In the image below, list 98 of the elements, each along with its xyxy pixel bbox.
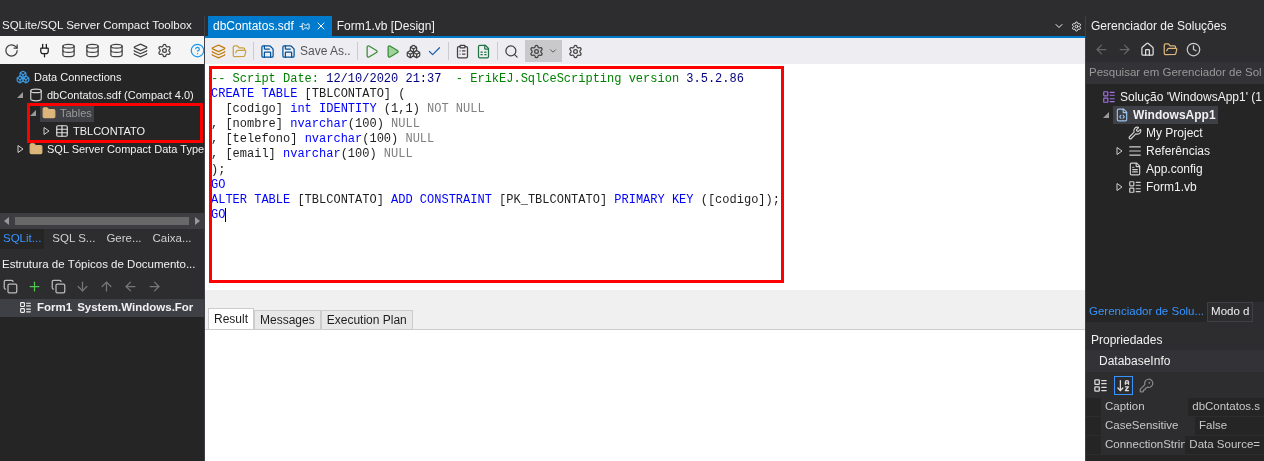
tree-item[interactable]: Form1.vb <box>1126 178 1199 196</box>
pin-icon[interactable] <box>298 20 310 32</box>
settings-icon <box>528 43 544 59</box>
code-line: -- Script Date: 12/10/2020 21:37 - ErikEJ.SqlCeScripting version 3.5.2.86 <box>211 72 745 88</box>
panel-title: SQLite/SQL Server Compact Toolbox <box>0 16 204 36</box>
plug-icon[interactable] <box>37 42 52 58</box>
panel-tab[interactable]: Gerenciador de Solu... <box>1086 302 1208 322</box>
tree-item[interactable]: SQL Server Compact Data Type <box>27 140 204 158</box>
spreadsheet-icon[interactable] <box>475 43 491 59</box>
solution-icon <box>1102 90 1116 104</box>
code-line: , [telefono] nvarchar(100) NULL <box>211 132 436 148</box>
scroll-right-icon[interactable] <box>195 216 200 225</box>
clock-icon[interactable] <box>1186 41 1201 57</box>
panel-title: Propriedades <box>1086 322 1264 350</box>
refresh-icon[interactable] <box>4 42 19 58</box>
tree-item[interactable]: Referências <box>1126 142 1213 160</box>
panel-tab[interactable]: Caixa... <box>149 228 195 249</box>
outline-type: System.Windows.For <box>77 299 194 315</box>
text-cursor <box>225 208 227 223</box>
property-name: CaseSensitive <box>1101 417 1195 435</box>
search-icon[interactable] <box>503 43 519 59</box>
folder-icon <box>29 142 43 156</box>
forward-icon[interactable] <box>1117 41 1132 57</box>
save-icon[interactable] <box>260 43 275 59</box>
table-icon <box>55 124 69 138</box>
search-field[interactable]: Pesquisar em Gerenciador de Sol <box>1086 62 1264 84</box>
scroll-left-icon[interactable] <box>4 216 9 225</box>
document-tab[interactable]: Form1.vb [Design] <box>331 16 440 36</box>
code-line: GO <box>211 207 228 223</box>
panel-title: Gerenciador de Soluções <box>1086 16 1264 36</box>
property-name: Caption <box>1101 398 1189 416</box>
home-icon[interactable] <box>1140 41 1155 57</box>
outline-name: Form1 <box>37 299 73 315</box>
help-icon[interactable] <box>190 42 205 58</box>
property-value: dbContatos.s <box>1191 399 1261 415</box>
code-line: , [nombre] nvarchar(100) NULL <box>211 117 421 133</box>
blocks-icon[interactable] <box>405 43 421 59</box>
result-tab[interactable]: Result <box>208 308 254 329</box>
categorized-icon[interactable] <box>1093 377 1108 393</box>
save-as-button[interactable]: Save As.. <box>300 42 351 60</box>
tree-item[interactable]: TBLCONTATO <box>53 122 148 140</box>
form-icon <box>19 301 32 314</box>
config-file-icon <box>1128 162 1142 176</box>
back-icon[interactable] <box>1094 41 1109 57</box>
database-icon <box>29 88 43 102</box>
expanded-arrow-icon[interactable] <box>29 109 37 117</box>
collapsed-arrow-icon[interactable] <box>42 127 50 135</box>
tree-item[interactable]: Solução 'WindowsApp1' (1 <box>1100 88 1264 106</box>
code-line: GO <box>211 177 227 193</box>
property-name: ConnectionStrin <box>1101 436 1186 454</box>
tree-item[interactable]: My Project <box>1126 124 1205 142</box>
scrollbar-thumb[interactable] <box>15 216 189 225</box>
arrow-down-icon[interactable] <box>75 279 90 294</box>
arrow-right-icon[interactable] <box>147 279 162 294</box>
code-line: [codigo] int IDENTITY (1,1) NOT NULL <box>224 102 486 118</box>
folder-icon[interactable] <box>1163 41 1178 57</box>
database-icon[interactable] <box>109 42 124 58</box>
form-icon <box>1128 180 1142 194</box>
panel-tab[interactable]: Modo d <box>1207 302 1254 322</box>
property-value: False <box>1198 418 1229 434</box>
panel-tab[interactable]: SQL S... <box>49 228 99 249</box>
settings-icon[interactable] <box>567 43 583 59</box>
settings-icon[interactable] <box>157 42 172 58</box>
expanded-arrow-icon[interactable] <box>1102 111 1110 119</box>
dropdown-icon <box>547 46 558 56</box>
folder-icon <box>42 106 56 120</box>
code-line: , [email] nvarchar(100) NULL <box>211 147 414 163</box>
document-tab[interactable]: dbContatos.sdf <box>208 16 332 36</box>
result-tab[interactable]: Messages <box>254 310 321 329</box>
result-tab[interactable]: Execution Plan <box>320 310 413 329</box>
property-value: Data Source= <box>1188 437 1261 453</box>
code-line: CREATE TABLE [TBLCONTATO] ( <box>211 87 407 103</box>
wrench-icon <box>1128 126 1142 140</box>
collapsed-arrow-icon[interactable] <box>16 145 24 153</box>
panel-title: Estrutura de Tópicos de Documento... <box>0 254 204 275</box>
save-icon[interactable] <box>281 43 296 59</box>
expanded-arrow-icon[interactable] <box>16 91 24 99</box>
add-icon[interactable] <box>27 279 42 294</box>
sort-alphabetical-icon[interactable] <box>1116 377 1131 393</box>
project-icon <box>1115 108 1129 122</box>
collapsed-arrow-icon[interactable] <box>1115 183 1123 191</box>
play-icon[interactable] <box>363 43 379 59</box>
copy-icon[interactable] <box>3 279 18 294</box>
key-icon[interactable] <box>1139 377 1154 393</box>
panel-tab[interactable]: SQLit... <box>0 228 45 249</box>
object-name: DatabaseInfo <box>1086 350 1264 372</box>
tree-item[interactable]: Data Connections <box>14 68 124 86</box>
database-group-icon <box>16 70 30 84</box>
tree-item[interactable]: App.config <box>1126 160 1205 178</box>
tree-item[interactable]: WindowsApp1 <box>1113 106 1218 124</box>
panel-tab[interactable]: Gere... <box>103 228 145 249</box>
code-line: ALTER TABLE [TBLCONTATO] ADD CONSTRAINT [PK_TBLCONTATO] PRIMARY KEY ([codigo]); <box>211 192 781 208</box>
play-icon[interactable] <box>384 43 400 59</box>
collapsed-arrow-icon[interactable] <box>1115 147 1123 155</box>
code-line: ); <box>211 162 227 178</box>
tree-item[interactable]: dbContatos.sdf (Compact 4.0) <box>27 86 196 104</box>
clipboard-icon[interactable] <box>454 43 470 59</box>
settings-dropdown-button[interactable] <box>524 40 562 62</box>
